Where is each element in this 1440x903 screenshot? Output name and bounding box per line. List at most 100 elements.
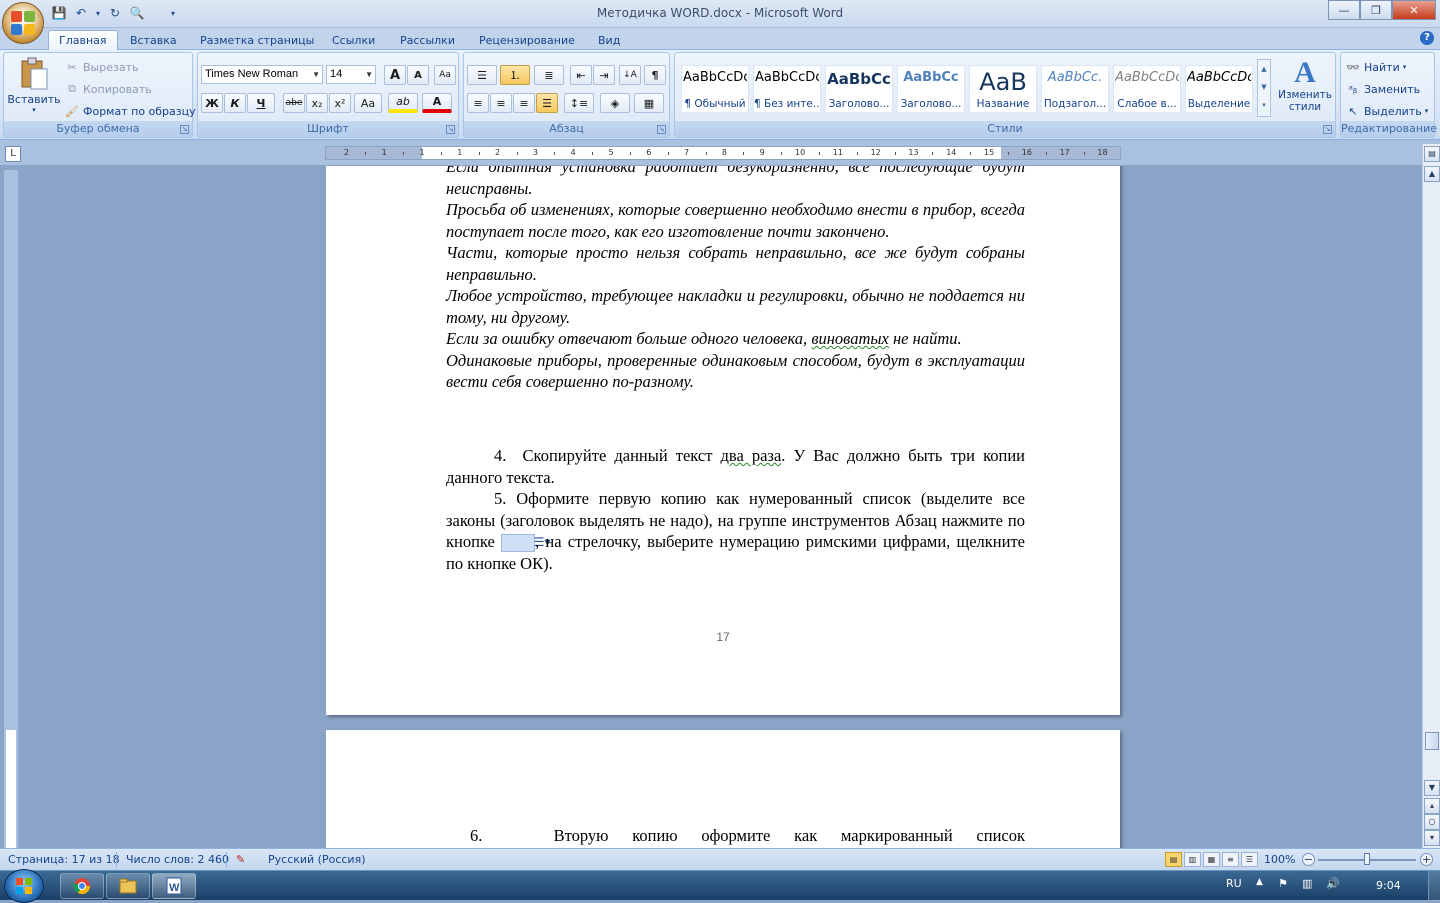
style-heading-1[interactable]: AaBbCc Заголово... xyxy=(825,65,893,113)
align-center-button[interactable]: ≡ xyxy=(490,93,512,113)
previous-page-button[interactable]: ▴ xyxy=(1424,798,1440,814)
outline-view-button[interactable]: ≡ xyxy=(1222,852,1239,867)
line-spacing-button[interactable]: ↕≡ xyxy=(564,93,594,113)
font-size-dropdown-icon[interactable]: ▼ xyxy=(365,66,373,83)
align-right-button[interactable]: ≡ xyxy=(513,93,535,113)
chevron-up-icon[interactable]: ▲ xyxy=(1258,60,1270,78)
horizontal-ruler[interactable]: 2 1 1 1 2 3 4 5 6 7 8 9 10 11 12 13 14 15 16 17 18 xyxy=(325,146,1121,160)
decrease-indent-button[interactable]: ⇤ xyxy=(570,65,592,85)
tab-home[interactable]: Главная xyxy=(48,30,118,50)
style-emphasis[interactable]: AaBbCcDc Выделение xyxy=(1185,65,1253,113)
borders-button[interactable]: ▦ xyxy=(634,93,664,113)
zoom-slider-thumb[interactable] xyxy=(1364,853,1370,865)
law-paragraph[interactable]: Просьба об изменениях, которые совершенн… xyxy=(446,199,1025,242)
page-count[interactable]: Страница: 17 из 18 xyxy=(8,853,120,866)
word-count[interactable]: Число слов: 2 460 xyxy=(126,853,229,866)
shading-button[interactable]: ◈ xyxy=(600,93,630,113)
minimize-button[interactable]: — xyxy=(1328,0,1360,20)
input-language[interactable]: RU xyxy=(1226,877,1242,890)
clock[interactable]: 9:04 xyxy=(1376,879,1401,892)
styles-scroll[interactable]: ▲ ▼ ▾ xyxy=(1257,59,1271,117)
ruler-toggle-button[interactable]: ▤ xyxy=(1424,146,1440,162)
copy-button[interactable]: ⧉ Копировать xyxy=(64,79,152,99)
help-icon[interactable]: ? xyxy=(1420,31,1434,45)
align-left-button[interactable]: ≡ xyxy=(467,93,489,113)
multilevel-list-button[interactable]: ≣ xyxy=(534,65,564,85)
law-paragraph[interactable]: Если за ошибку отвечают больше одного че… xyxy=(446,328,1025,350)
tab-insert[interactable]: Вставка xyxy=(120,30,187,50)
document-canvas[interactable]: Если опытная установка работает безукори… xyxy=(22,166,1422,848)
zoom-out-button[interactable]: − xyxy=(1302,853,1315,866)
document-page[interactable]: Если опытная установка работает безукори… xyxy=(326,166,1120,715)
zoom-in-button[interactable]: + xyxy=(1420,853,1433,866)
tab-view[interactable]: Вид xyxy=(588,30,630,50)
font-name-dropdown-icon[interactable]: ▼ xyxy=(312,66,320,83)
subscript-button[interactable]: x₂ xyxy=(306,93,328,113)
chevron-down-icon[interactable]: ▼ xyxy=(1258,78,1270,96)
change-styles-button[interactable]: A Изменить стили xyxy=(1275,57,1335,121)
grammar-flagged-phrase[interactable]: два раза xyxy=(720,446,781,465)
numbering-button[interactable]: ⒈ xyxy=(500,65,530,85)
tray-expand-icon[interactable]: ▲ xyxy=(1256,877,1263,887)
style-no-spacing[interactable]: AaBbCcDc ¶ Без инте... xyxy=(753,65,821,113)
next-page-button[interactable]: ▾ xyxy=(1424,830,1440,846)
highlight-button[interactable]: ab xyxy=(388,93,418,113)
sort-button[interactable]: ↓A xyxy=(619,65,641,85)
print-layout-view-button[interactable]: ▤ xyxy=(1165,852,1182,867)
scroll-thumb[interactable] xyxy=(1425,732,1439,750)
bold-button[interactable]: Ж xyxy=(201,93,223,113)
document-page[interactable]: 6. Вторую копию оформите как маркированн… xyxy=(326,730,1120,848)
zoom-level[interactable]: 100% xyxy=(1264,853,1295,866)
tab-page-layout[interactable]: Разметка страницы xyxy=(190,30,324,50)
font-color-button[interactable]: A xyxy=(422,93,452,113)
instruction-item-5[interactable]: 5. Оформите первую копию как нумерованны… xyxy=(446,488,1025,574)
change-case-button[interactable]: Aa xyxy=(354,93,382,113)
shrink-font-button[interactable]: A xyxy=(407,65,429,85)
language-indicator[interactable]: Русский (Россия) xyxy=(268,853,366,866)
select-button[interactable]: ↖ Выделить ▾ xyxy=(1345,101,1428,121)
maximize-button[interactable]: ❐ xyxy=(1360,0,1392,20)
vertical-scrollbar[interactable]: ▤ ▲ ▼ ▴ ○ ▾ xyxy=(1422,144,1440,848)
replace-button[interactable]: ᵃᵦ Заменить xyxy=(1345,79,1420,99)
law-paragraph[interactable]: Любое устройство, требующее накладки и р… xyxy=(446,285,1025,328)
full-screen-reading-button[interactable]: ▥ xyxy=(1184,852,1201,867)
styles-launcher-icon[interactable]: ↘ xyxy=(1323,125,1332,134)
increase-indent-button[interactable]: ⇥ xyxy=(593,65,615,85)
volume-icon[interactable]: 🔊 xyxy=(1326,877,1340,890)
style-subtitle[interactable]: AaBbCc. Подзагол... xyxy=(1041,65,1109,113)
font-launcher-icon[interactable]: ↘ xyxy=(446,125,455,134)
instruction-item-6[interactable]: 6. Вторую копию оформите как маркированн… xyxy=(446,825,1025,847)
show-formatting-button[interactable]: ¶ xyxy=(644,65,666,85)
tab-review[interactable]: Рецензирование xyxy=(469,30,585,50)
format-painter-button[interactable]: 🖌 Формат по образцу xyxy=(64,101,196,121)
web-layout-button[interactable]: ▦ xyxy=(1203,852,1220,867)
law-paragraph[interactable]: Части, которые просто нельзя собрать неп… xyxy=(446,242,1025,285)
instruction-item-4[interactable]: 4. Скопируйте данный текст два раза. У В… xyxy=(446,445,1025,488)
office-button[interactable] xyxy=(2,2,44,44)
grammar-flagged-word[interactable]: виноватых xyxy=(811,329,889,348)
find-button[interactable]: 👓 Найти ▾ xyxy=(1345,57,1406,77)
show-desktop-button[interactable] xyxy=(1428,871,1440,901)
paste-button[interactable]: Вставить ▾ xyxy=(7,57,61,123)
clipboard-launcher-icon[interactable]: ↘ xyxy=(180,125,189,134)
instructions[interactable]: 4. Скопируйте данный текст два раза. У В… xyxy=(446,445,1025,574)
tab-selector-button[interactable]: L xyxy=(5,146,21,162)
bullets-button[interactable]: ☰ xyxy=(467,65,497,85)
style-title[interactable]: AaB Название xyxy=(969,65,1037,113)
styles-more-icon[interactable]: ▾ xyxy=(1258,96,1270,114)
style-normal[interactable]: AaBbCcDc ¶ Обычный xyxy=(681,65,749,113)
underline-button[interactable]: Ч xyxy=(247,93,275,113)
taskbar-explorer[interactable] xyxy=(106,873,150,899)
font-name-combo[interactable]: Times New Roman ▼ xyxy=(201,65,323,84)
cut-button[interactable]: ✂ Вырезать xyxy=(64,57,138,77)
browse-object-button[interactable]: ○ xyxy=(1424,814,1440,830)
taskbar-chrome[interactable] xyxy=(60,873,104,899)
paragraph-launcher-icon[interactable]: ↘ xyxy=(657,125,666,134)
justify-button[interactable]: ☰ xyxy=(536,93,558,113)
law-paragraph[interactable]: Одинаковые приборы, проверенные одинаков… xyxy=(446,350,1025,393)
superscript-button[interactable]: x² xyxy=(329,93,351,113)
font-size-combo[interactable]: 14 ▼ xyxy=(326,65,376,84)
tab-mailings[interactable]: Рассылки xyxy=(390,30,465,50)
style-heading-2[interactable]: AaBbCc Заголово... xyxy=(897,65,965,113)
style-subtle-emphasis[interactable]: AaBbCcDc Слабое в... xyxy=(1113,65,1181,113)
